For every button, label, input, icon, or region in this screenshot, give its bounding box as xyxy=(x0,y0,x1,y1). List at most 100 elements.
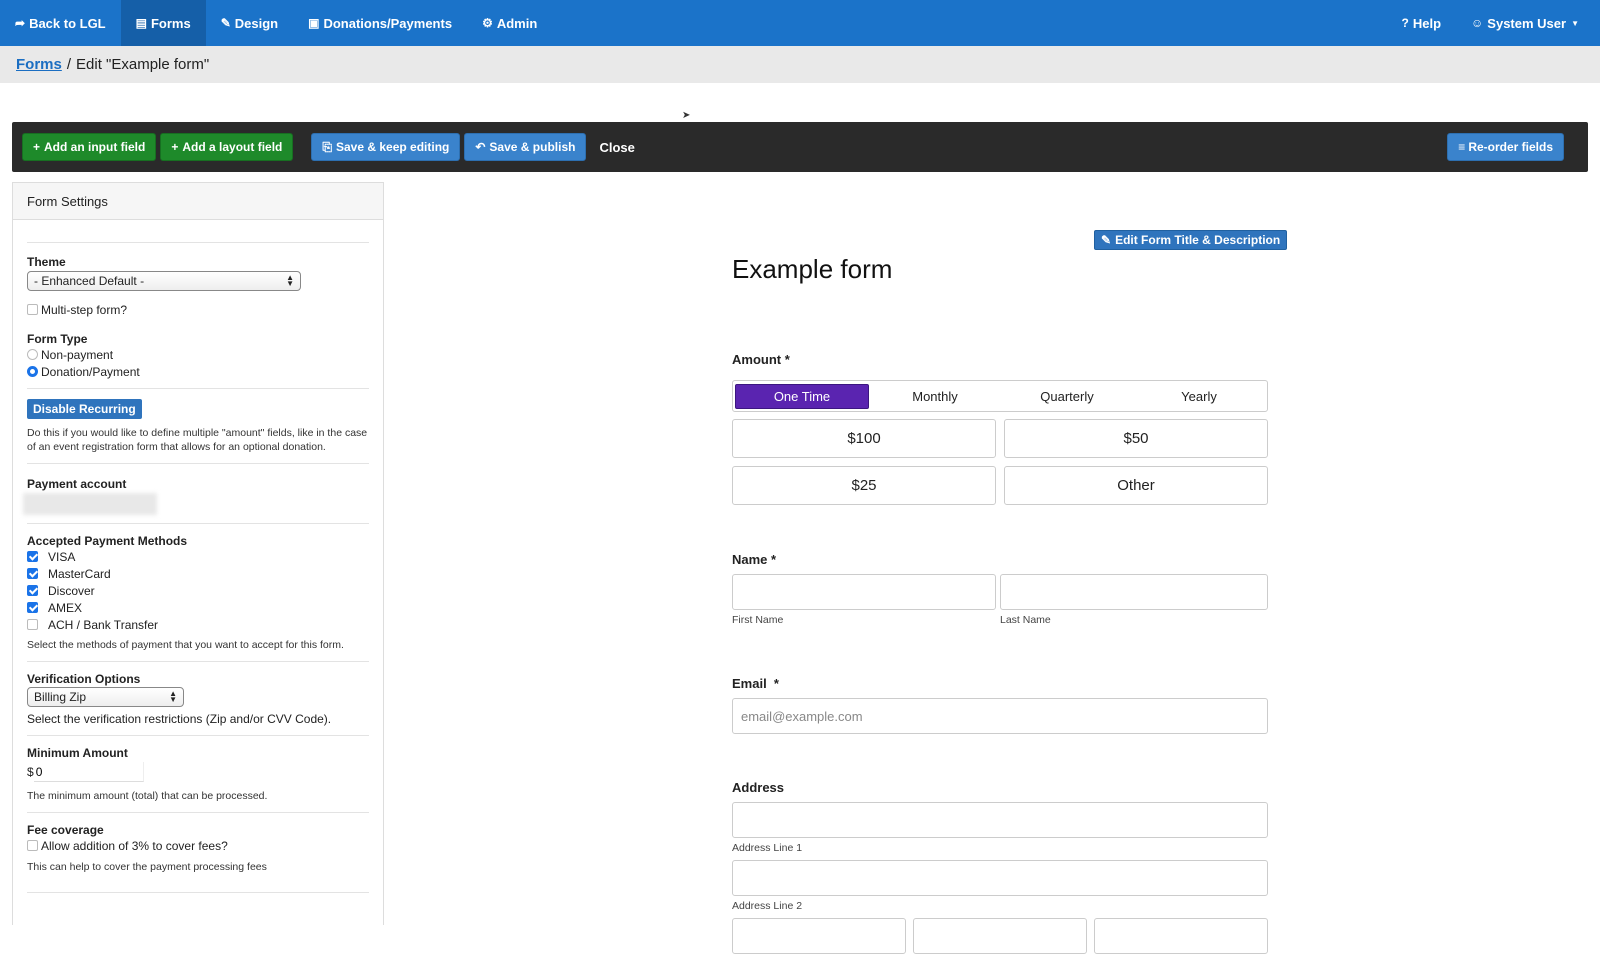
button-label: Add an input field xyxy=(44,140,146,154)
frequency-monthly[interactable]: Monthly xyxy=(869,384,1001,409)
close-button[interactable]: Close xyxy=(586,133,647,161)
select-arrows-icon: ▲ ▼ xyxy=(169,689,177,704)
nav-forms[interactable]: ▤ Forms xyxy=(120,0,206,46)
state-input[interactable] xyxy=(913,918,1087,954)
save-publish-button[interactable]: ↶ Save & publish xyxy=(464,133,587,161)
breadcrumb-current: Edit "Example form" xyxy=(76,56,210,73)
first-name-input[interactable] xyxy=(732,574,996,610)
method-checkbox[interactable] xyxy=(27,602,38,613)
breadcrumb-forms-link[interactable]: Forms xyxy=(16,56,62,73)
editor-toolbar: + Add an input field + Add a layout fiel… xyxy=(12,122,1588,172)
currency-symbol: $ xyxy=(27,765,34,779)
multistep-checkbox[interactable] xyxy=(27,304,38,315)
nav-donations-payments[interactable]: ▣ Donations/Payments xyxy=(293,0,467,46)
method-label: VISA xyxy=(48,549,76,564)
fee-help-text: This can help to cover the payment proce… xyxy=(27,861,267,873)
method-label: ACH / Bank Transfer xyxy=(48,617,159,632)
money-icon: ▣ xyxy=(308,16,320,30)
frequency-quarterly[interactable]: Quarterly xyxy=(1001,384,1133,409)
form-settings-panel: Form Settings Theme - Enhanced Default -… xyxy=(12,182,384,925)
verification-label: Verification Options xyxy=(27,672,141,686)
verification-help-text: Select the verification restrictions (Zi… xyxy=(27,712,332,726)
method-visa[interactable]: VISA xyxy=(27,548,369,565)
method-label: MasterCard xyxy=(48,566,111,581)
address-label: Address xyxy=(732,780,785,795)
nav-user-menu[interactable]: ☺ System User ▼ xyxy=(1456,0,1594,46)
fee-coverage-text: Allow addition of 3% to cover fees? xyxy=(41,838,228,853)
plus-icon: + xyxy=(171,140,179,154)
verification-select[interactable]: Billing Zip ▲ ▼ xyxy=(27,687,184,707)
min-amount-help-text: The minimum amount (total) that can be p… xyxy=(27,790,268,802)
radio-button[interactable] xyxy=(27,349,38,360)
plus-icon: + xyxy=(33,140,41,154)
button-label: Re-order fields xyxy=(1468,140,1553,154)
multistep-label: Multi-step form? xyxy=(41,302,128,317)
method-checkbox[interactable] xyxy=(27,568,38,579)
select-arrows-icon: ▲ ▼ xyxy=(286,273,294,288)
form-type-option-nonpayment[interactable]: Non-payment xyxy=(27,346,369,363)
payment-account-redacted xyxy=(23,493,157,515)
gear-icon: ⚙ xyxy=(482,16,493,30)
amount-option-50[interactable]: $50 xyxy=(1004,419,1268,458)
user-icon: ☺ xyxy=(1471,16,1484,30)
payment-methods-label: Accepted Payment Methods xyxy=(27,534,188,548)
top-navbar: ➦ Back to LGL ▤ Forms ✎ Design ▣ Donatio… xyxy=(0,0,1600,46)
fee-coverage-row[interactable]: Allow addition of 3% to cover fees? xyxy=(27,837,369,854)
zip-input[interactable] xyxy=(1094,918,1268,954)
amount-option-other[interactable]: Other xyxy=(1004,466,1268,505)
frequency-one-time[interactable]: One Time xyxy=(735,383,869,409)
nav-design[interactable]: ✎ Design xyxy=(206,0,293,46)
nav-admin[interactable]: ⚙ Admin xyxy=(467,0,552,46)
breadcrumb: Forms / Edit "Example form" xyxy=(0,46,1600,83)
method-amex[interactable]: AMEX xyxy=(27,599,369,616)
address-line2-sublabel: Address Line 2 xyxy=(732,900,803,912)
reply-icon: ↶ xyxy=(475,140,486,154)
form-type-option-donation[interactable]: Donation/Payment xyxy=(27,363,369,380)
add-input-field-button[interactable]: + Add an input field xyxy=(22,133,157,161)
amount-option-25[interactable]: $25 xyxy=(732,466,996,505)
methods-help-text: Select the methods of payment that you w… xyxy=(27,639,344,651)
edit-icon: ✎ xyxy=(1101,233,1112,247)
city-input[interactable] xyxy=(732,918,906,954)
method-checkbox[interactable] xyxy=(27,551,38,562)
address-line1-sublabel: Address Line 1 xyxy=(732,842,803,854)
pencil-icon: ✎ xyxy=(220,16,231,30)
add-layout-field-button[interactable]: + Add a layout field xyxy=(160,133,294,161)
method-mastercard[interactable]: MasterCard xyxy=(27,565,369,582)
mouse-cursor-icon: ➤ xyxy=(682,110,691,121)
multistep-checkbox-row[interactable]: Multi-step form? xyxy=(27,301,369,318)
frequency-yearly[interactable]: Yearly xyxy=(1133,384,1265,409)
button-label: Save & publish xyxy=(489,140,576,154)
fee-coverage-checkbox[interactable] xyxy=(27,840,38,851)
theme-label: Theme xyxy=(27,255,66,269)
nav-help[interactable]: ? Help xyxy=(1387,0,1457,46)
form-settings-header: Form Settings xyxy=(13,183,383,220)
min-amount-input[interactable] xyxy=(33,762,144,782)
payment-account-label: Payment account xyxy=(27,477,127,491)
name-label: Name * xyxy=(732,552,777,567)
amount-option-100[interactable]: $100 xyxy=(732,419,996,458)
email-input[interactable] xyxy=(732,698,1268,734)
reorder-fields-button[interactable]: ≡ Re-order fields xyxy=(1447,133,1564,161)
share-icon: ➦ xyxy=(15,16,26,30)
method-ach[interactable]: ACH / Bank Transfer xyxy=(27,616,369,633)
method-checkbox[interactable] xyxy=(27,585,38,596)
nav-back-to-lgl[interactable]: ➦ Back to LGL xyxy=(0,0,121,46)
nav-label: Admin xyxy=(496,15,538,31)
method-label: AMEX xyxy=(48,600,83,615)
method-checkbox[interactable] xyxy=(27,619,38,630)
radio-button[interactable] xyxy=(27,366,38,377)
theme-select[interactable]: - Enhanced Default - ▲ ▼ xyxy=(27,271,301,291)
edit-form-title-button[interactable]: ✎ Edit Form Title & Description xyxy=(1094,230,1288,250)
theme-value: - Enhanced Default - xyxy=(34,274,145,288)
method-discover[interactable]: Discover xyxy=(27,582,369,599)
last-name-input[interactable] xyxy=(1000,574,1268,610)
save-keep-editing-button[interactable]: ⎘ Save & keep editing xyxy=(311,133,461,161)
save-icon: ⎘ xyxy=(322,139,332,154)
address-line1-input[interactable] xyxy=(732,802,1268,838)
last-name-sublabel: Last Name xyxy=(1000,614,1051,626)
address-line2-input[interactable] xyxy=(732,860,1268,896)
fee-coverage-label: Fee coverage xyxy=(27,823,104,837)
disable-recurring-button[interactable]: Disable Recurring xyxy=(27,399,142,419)
caret-down-icon: ▼ xyxy=(1571,18,1579,28)
